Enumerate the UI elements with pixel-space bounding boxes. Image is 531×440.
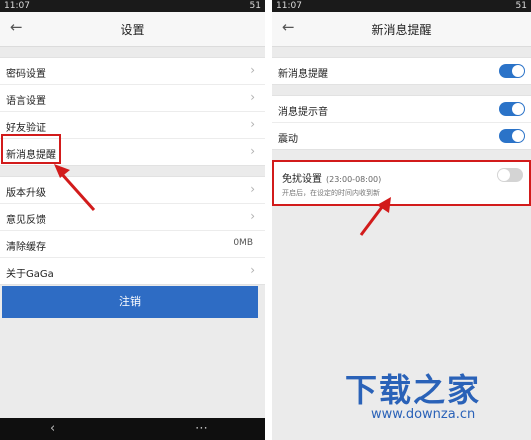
cache-size-value: 0MB xyxy=(233,238,253,248)
settings-item-clear-cache[interactable]: 清除缓存 0MB xyxy=(0,231,265,258)
settings-item-label: 版本升级 xyxy=(6,188,46,199)
dnd-time: (23:00-08:00) xyxy=(326,175,382,184)
chevron-right-icon: › xyxy=(250,117,255,131)
settings-item-label: 语言设置 xyxy=(6,96,46,107)
red-arrow-icon xyxy=(54,164,96,212)
settings-item-upgrade[interactable]: 版本升级 › xyxy=(0,177,265,204)
sound-label: 消息提示音 xyxy=(278,107,328,118)
settings-header: ← 设置 xyxy=(0,12,265,47)
dnd-toggle[interactable] xyxy=(497,168,523,182)
status-time: 11:07 xyxy=(276,1,302,11)
status-time: 11:07 xyxy=(4,1,30,11)
sound-row[interactable]: 消息提示音 xyxy=(272,96,531,123)
settings-item-language[interactable]: 语言设置 › xyxy=(0,85,265,112)
panel-divider xyxy=(265,0,272,440)
chevron-right-icon: › xyxy=(250,90,255,104)
android-nav-bar: ‹ ⋯ xyxy=(0,418,265,440)
settings-item-label: 关于GaGa xyxy=(6,269,54,280)
dnd-label: 免扰设置 (23:00-08:00) xyxy=(282,170,381,185)
settings-screen: 11:07 51 ← 设置 密码设置 › 语言设置 › 好友验证 › 新消息提醒… xyxy=(0,0,265,440)
do-not-disturb-row[interactable]: 免扰设置 (23:00-08:00) 开启后，在设定的时间内收到新 xyxy=(272,160,531,206)
status-signal: 51 xyxy=(249,1,261,11)
settings-item-label: 好友验证 xyxy=(6,123,46,134)
dnd-title: 免扰设置 xyxy=(282,174,322,185)
settings-item-label: 清除缓存 xyxy=(6,242,46,253)
new-message-label: 新消息提醒 xyxy=(278,69,328,80)
vibrate-row[interactable]: 震动 xyxy=(272,123,531,149)
alert-options-group: 消息提示音 震动 xyxy=(272,95,531,150)
logout-button[interactable]: 注销 xyxy=(2,286,258,318)
chevron-right-icon: › xyxy=(250,263,255,277)
status-bar: 11:07 51 xyxy=(0,0,265,12)
settings-item-label: 密码设置 xyxy=(6,69,46,80)
settings-item-password[interactable]: 密码设置 › xyxy=(0,58,265,85)
nav-menu-icon[interactable]: ⋯ xyxy=(195,421,208,436)
nav-back-icon[interactable]: ‹ xyxy=(50,421,55,436)
chevron-right-icon: › xyxy=(250,182,255,196)
settings-item-about[interactable]: 关于GaGa › xyxy=(0,258,265,284)
watermark-title: 下载之家 xyxy=(345,371,482,409)
vibrate-toggle[interactable] xyxy=(499,129,525,143)
status-bar: 11:07 51 xyxy=(272,0,531,12)
new-message-toggle[interactable] xyxy=(499,64,525,78)
settings-group-2: 版本升级 › 意见反馈 › 清除缓存 0MB 关于GaGa › xyxy=(0,176,265,285)
chevron-right-icon: › xyxy=(250,144,255,158)
vibrate-label: 震动 xyxy=(278,134,298,145)
status-signal: 51 xyxy=(515,1,527,11)
watermark-logo: 下载之家 www.downza.cn xyxy=(345,365,515,422)
settings-item-label: 意见反馈 xyxy=(6,215,46,226)
settings-item-feedback[interactable]: 意见反馈 › xyxy=(0,204,265,231)
watermark-url: www.downza.cn xyxy=(371,407,476,422)
chevron-right-icon: › xyxy=(250,63,255,77)
page-title: 新消息提醒 xyxy=(371,23,432,37)
chevron-right-icon: › xyxy=(250,209,255,223)
notification-header: ← 新消息提醒 xyxy=(272,12,531,47)
new-message-row[interactable]: 新消息提醒 xyxy=(272,58,531,84)
red-arrow-icon xyxy=(359,197,391,236)
new-message-group: 新消息提醒 xyxy=(272,57,531,85)
sound-toggle[interactable] xyxy=(499,102,525,116)
page-title: 设置 xyxy=(120,23,145,37)
